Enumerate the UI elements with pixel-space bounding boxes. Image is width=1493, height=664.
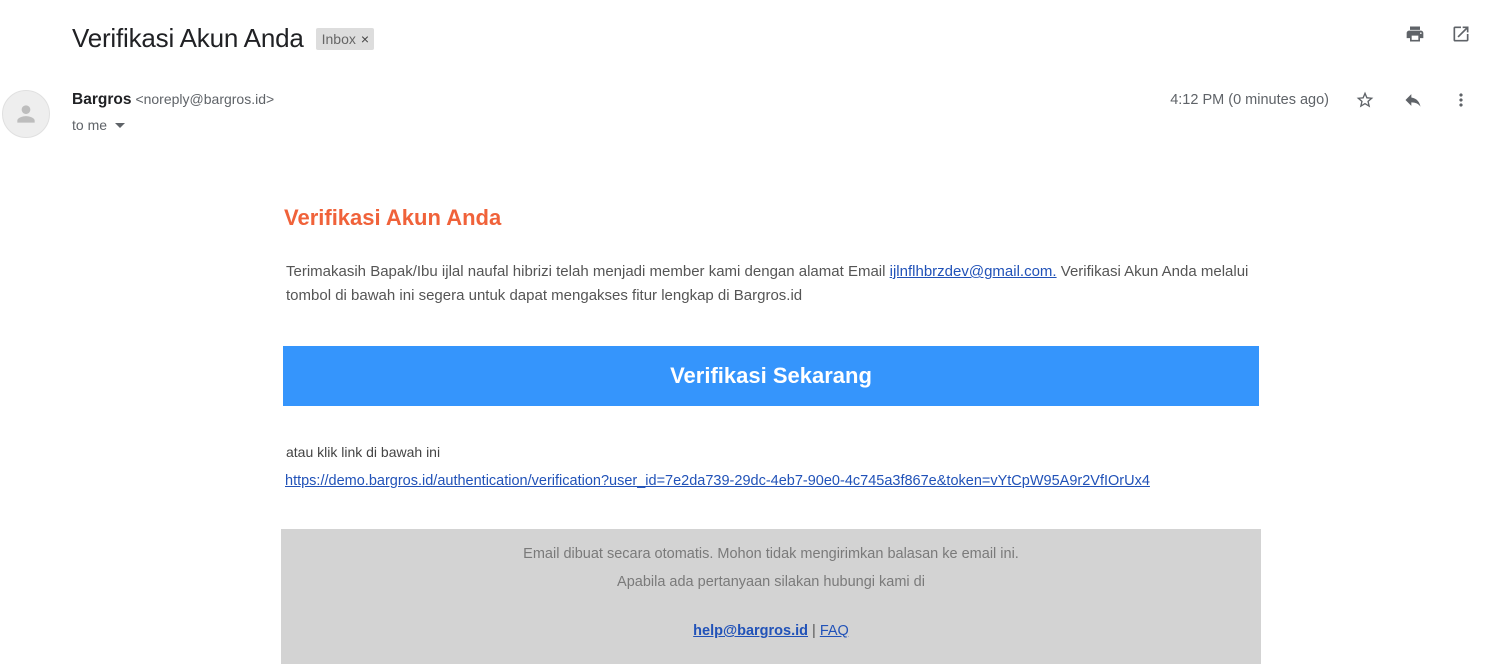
chevron-down-icon[interactable] (115, 122, 126, 128)
message-actions (1355, 90, 1471, 110)
email-view: Verifikasi Akun Anda Inbox × Bargros <no… (0, 0, 1493, 664)
help-email-link[interactable]: help@bargros.id (693, 623, 808, 639)
recipient-email-link[interactable]: ijlnflhbrzdev@gmail.com. (890, 263, 1057, 280)
email-subject: Verifikasi Akun Anda (72, 22, 304, 53)
footer-links: help@bargros.id | FAQ (281, 623, 1261, 639)
star-icon[interactable] (1355, 90, 1375, 110)
recipient-text: to me (72, 117, 108, 133)
email-body-paragraph: Terimakasih Bapak/Ibu ijlal naufal hibri… (286, 260, 1256, 308)
verify-now-button[interactable]: Verifikasi Sekarang (283, 346, 1259, 406)
footer-line-2: Apabila ada pertanyaan silakan hubungi k… (617, 574, 925, 590)
email-body-title: Verifikasi Akun Anda (284, 205, 502, 230)
remove-label-icon[interactable]: × (361, 31, 369, 47)
label-text: Inbox (321, 30, 356, 47)
sender-block: Bargros <noreply@bargros.id> to me (72, 91, 274, 133)
reply-icon[interactable] (1403, 90, 1423, 110)
verification-link-container: https://demo.bargros.id/authentication/v… (285, 473, 1150, 489)
recipient-toggle[interactable]: to me (72, 117, 274, 133)
print-icon[interactable] (1405, 24, 1425, 44)
paragraph-before: Terimakasih Bapak/Ibu ijlal naufal hibri… (286, 263, 890, 280)
open-in-new-window-icon[interactable] (1451, 24, 1471, 44)
sender-name[interactable]: Bargros (72, 91, 131, 109)
footer-separator: | (812, 623, 816, 639)
subject-row: Verifikasi Akun Anda Inbox × (72, 20, 375, 56)
inbox-label-chip[interactable]: Inbox × (315, 28, 375, 50)
sender-email: <noreply@bargros.id> (135, 91, 275, 107)
footer-line-1: Email dibuat secara otomatis. Mohon tida… (523, 546, 1019, 562)
email-footer: Email dibuat secara otomatis. Mohon tida… (281, 529, 1261, 664)
verification-link[interactable]: https://demo.bargros.id/authentication/v… (285, 473, 1150, 489)
faq-link[interactable]: FAQ (820, 623, 849, 639)
top-actions (1405, 24, 1471, 44)
more-vert-icon[interactable] (1451, 90, 1471, 110)
alternative-text: atau klik link di bawah ini (286, 444, 441, 460)
sender-line: Bargros <noreply@bargros.id> (72, 91, 274, 109)
person-icon (17, 105, 35, 123)
message-timestamp: 4:12 PM (0 minutes ago) (1170, 92, 1329, 108)
sender-avatar[interactable] (2, 90, 50, 138)
message-meta: 4:12 PM (0 minutes ago) (1170, 90, 1471, 110)
